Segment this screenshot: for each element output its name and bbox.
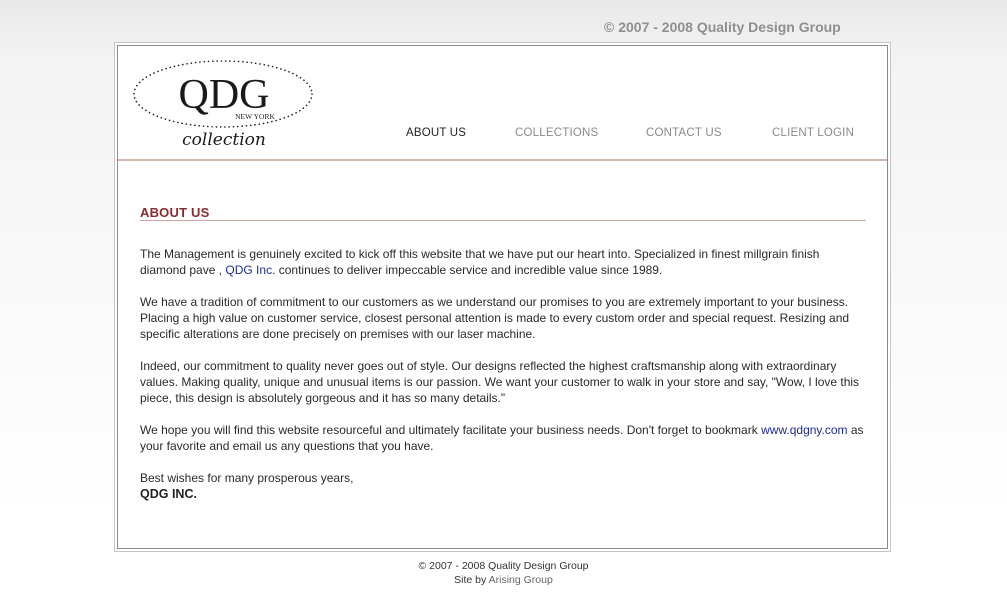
website-link[interactable]: www.qdgny.com [761,423,847,437]
signoff: Best wishes for many prosperous years, [140,471,354,485]
signoff-name: QDG INC. [140,487,197,501]
qdg-logo[interactable]: QDG NEW YORK collection [132,57,318,151]
title-underline [140,220,866,221]
paragraph-intro: The Management is genuinely excited to k… [140,246,865,278]
page-title: ABOUT US [140,205,210,220]
paragraph-quality: Indeed, our commitment to quality never … [140,359,860,405]
nav-contact-us[interactable]: CONTACT US [646,127,722,139]
nav-about-us[interactable]: ABOUT US [406,127,466,139]
footer-credit: Site by Arising Group [0,574,1007,586]
footer-credit-prefix: Site by [454,574,489,586]
paragraph-bookmark: We hope you will find this website resou… [140,422,865,454]
arising-group-link[interactable]: Arising Group [489,574,553,586]
about-content: The Management is genuinely excited to k… [140,246,865,502]
qdg-inc-link[interactable]: QDG Inc. [225,263,275,277]
footer-copyright: © 2007 - 2008 Quality Design Group [418,560,589,572]
paragraph-intro-text-end: continues to deliver impeccable service … [275,263,663,277]
logo-tagline: collection [182,130,266,150]
header-divider [118,159,887,161]
header-copyright: © 2007 - 2008 Quality Design Group [604,19,841,35]
paragraph-commitment: We have a tradition of commitment to our… [140,295,850,341]
logo-sub: NEW YORK [235,112,275,121]
paragraph-bookmark-text: We hope you will find this website resou… [140,423,762,437]
nav-collections[interactable]: COLLECTIONS [515,127,598,139]
nav-client-login[interactable]: CLIENT LOGIN [772,127,854,139]
